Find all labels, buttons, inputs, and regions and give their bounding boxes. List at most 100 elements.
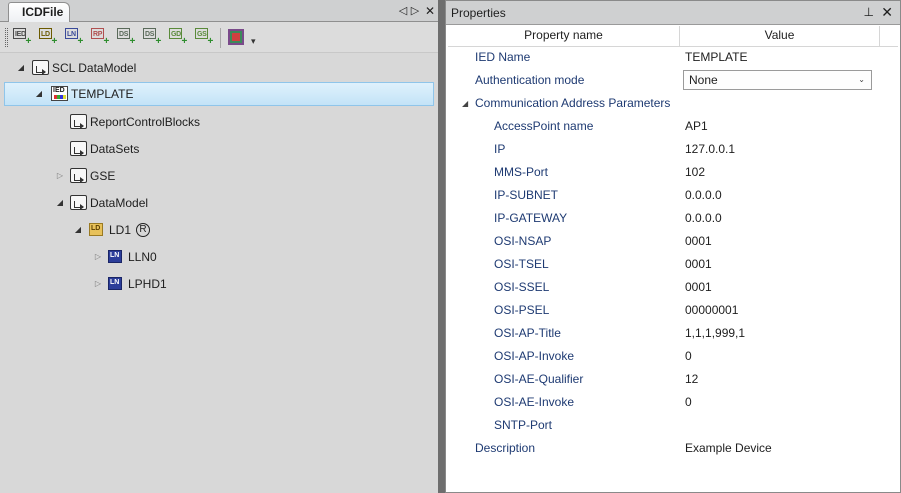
property-value[interactable]: 0001 [685,276,712,299]
property-value[interactable]: 1,1,1,999,1 [685,322,745,345]
tree-node-label: LPHD1 [128,277,167,291]
add-ds2-button[interactable]: DS + [143,28,161,46]
close-icon[interactable]: ✕ [881,4,893,21]
pin-icon[interactable]: ⊥ [864,5,874,19]
properties-panel: Properties ⊥ ✕ Property name Value IED N… [445,0,901,493]
logical-node-icon: LN [108,277,122,290]
plus-icon: + [25,36,31,47]
collapsed-arrow-icon[interactable]: ▷ [93,272,103,296]
property-row-sntp-port[interactable]: SNTP-Port [448,414,898,437]
property-row-description[interactable]: Description Example Device [448,437,898,460]
property-value[interactable]: 0001 [685,253,712,276]
property-label: Authentication mode [475,73,585,87]
add-gs-button[interactable]: GS + [195,28,213,46]
toolbar-overflow-icon[interactable]: ▾ [251,36,256,47]
icd-file-panel: ICDFile ◁ ▷ ✕ IED + LD + LN + RP + DS + DS + GD + GS + … [0,0,438,493]
tree-node-ld1[interactable]: ◢ LD LD1 R [4,218,434,242]
property-value[interactable]: 127.0.0.1 [685,138,735,161]
expanded-arrow-icon[interactable]: ◢ [34,82,44,106]
add-ds-button[interactable]: DS + [117,28,135,46]
tree-node-lphd1[interactable]: ▷ LN LPHD1 [4,272,434,296]
collapsed-arrow-icon[interactable]: ▷ [93,245,103,269]
toolbar-button-label: GS [195,28,208,39]
property-value[interactable]: 00000001 [685,299,738,322]
properties-title: Properties [451,6,506,20]
property-grid-header: Property name Value [448,26,898,47]
tree-node-datasets[interactable]: DataSets [4,137,434,161]
property-label: OSI-NSAP [494,234,552,248]
export-icon[interactable] [228,29,244,45]
toolbar-button-label: DS [117,28,130,39]
property-row-osi-ae-qualifier[interactable]: OSI-AE-Qualifier 12 [448,368,898,391]
expanded-arrow-icon[interactable]: ◢ [16,56,26,80]
pane-splitter[interactable] [438,0,445,493]
chevron-down-icon[interactable]: ⌄ [858,71,865,89]
folder-node-icon [70,168,87,183]
tree-toolbar: IED + LD + LN + RP + DS + DS + GD + GS + ▾ [0,22,438,53]
property-row-osi-nsap[interactable]: OSI-NSAP 0001 [448,230,898,253]
property-value[interactable]: 0 [685,345,692,368]
tab-icdfile[interactable]: ICDFile [8,2,70,22]
property-row-ip-subnet[interactable]: IP-SUBNET 0.0.0.0 [448,184,898,207]
authentication-mode-select[interactable]: None ⌄ [683,70,872,90]
toolbar-grip[interactable] [5,28,8,47]
plus-icon: + [181,36,187,47]
property-row-ied-name[interactable]: IED Name TEMPLATE [448,46,898,69]
add-gd-button[interactable]: GD + [169,28,187,46]
tree-node-label: ReportControlBlocks [90,115,201,129]
property-row-osi-ap-invoke[interactable]: OSI-AP-Invoke 0 [448,345,898,368]
property-value[interactable]: 0.0.0.0 [685,207,722,230]
add-ied-button[interactable]: IED + [13,28,31,46]
property-row-ip[interactable]: IP 127.0.0.1 [448,138,898,161]
collapsed-arrow-icon[interactable]: ▷ [55,164,65,188]
column-header-property-name[interactable]: Property name [448,26,680,46]
tree-node-label: SCL DataModel [52,61,137,75]
close-tab-icon[interactable]: ✕ [423,3,437,19]
property-row-osi-ap-title[interactable]: OSI-AP-Title 1,1,1,999,1 [448,322,898,345]
add-rp-button[interactable]: RP + [91,28,109,46]
tree-node-report-control-blocks[interactable]: ReportControlBlocks [4,110,434,134]
property-label: MMS-Port [494,165,548,179]
add-ln-button[interactable]: LN + [65,28,83,46]
property-value[interactable]: 0001 [685,230,712,253]
select-value: None [689,73,718,87]
property-value[interactable]: AP1 [685,115,708,138]
property-group-label: Communication Address Parameters [475,96,671,110]
tree-node-template[interactable]: ◢ IED TEMPLATE [4,82,434,106]
tree-node-label: TEMPLATE [71,87,134,101]
tree-node-datamodel[interactable]: ◢ DataModel [4,191,434,215]
property-row-authentication-mode[interactable]: Authentication mode None ⌄ [448,69,898,92]
folder-node-icon [32,60,49,75]
folder-node-icon [70,141,87,156]
plus-icon: + [77,36,83,47]
expanded-arrow-icon[interactable]: ◢ [462,92,468,115]
property-row-osi-psel[interactable]: OSI-PSEL 00000001 [448,299,898,322]
property-value[interactable]: TEMPLATE [685,46,747,69]
property-row-osi-ssel[interactable]: OSI-SSEL 0001 [448,276,898,299]
add-ld-button[interactable]: LD + [39,28,57,46]
column-header-value[interactable]: Value [680,26,880,46]
property-group-communication-address[interactable]: ◢ Communication Address Parameters [448,92,898,115]
property-row-accesspoint-name[interactable]: AccessPoint name AP1 [448,115,898,138]
property-row-ip-gateway[interactable]: IP-GATEWAY 0.0.0.0 [448,207,898,230]
property-value[interactable]: 12 [685,368,698,391]
property-row-mms-port[interactable]: MMS-Port 102 [448,161,898,184]
plus-icon: + [103,36,109,47]
property-value[interactable]: 0 [685,391,692,414]
property-row-osi-ae-invoke[interactable]: OSI-AE-Invoke 0 [448,391,898,414]
property-label: OSI-PSEL [494,303,550,317]
tree-node-lln0[interactable]: ▷ LN LLN0 [4,245,434,269]
property-label: IP [494,142,506,156]
folder-node-icon [70,195,87,210]
tree-node-scl-datamodel[interactable]: ◢ SCL DataModel [4,56,434,80]
property-row-osi-tsel[interactable]: OSI-TSEL 0001 [448,253,898,276]
toolbar-button-label: IED [13,28,26,39]
property-value[interactable]: 0.0.0.0 [685,184,722,207]
expanded-arrow-icon[interactable]: ◢ [55,191,65,215]
scroll-right-icon[interactable]: ▷ [408,3,422,19]
property-label: IED Name [475,50,531,64]
tree-node-gse[interactable]: ▷ GSE [4,164,434,188]
expanded-arrow-icon[interactable]: ◢ [73,218,83,242]
property-value[interactable]: Example Device [685,437,772,460]
property-value[interactable]: 102 [685,161,705,184]
